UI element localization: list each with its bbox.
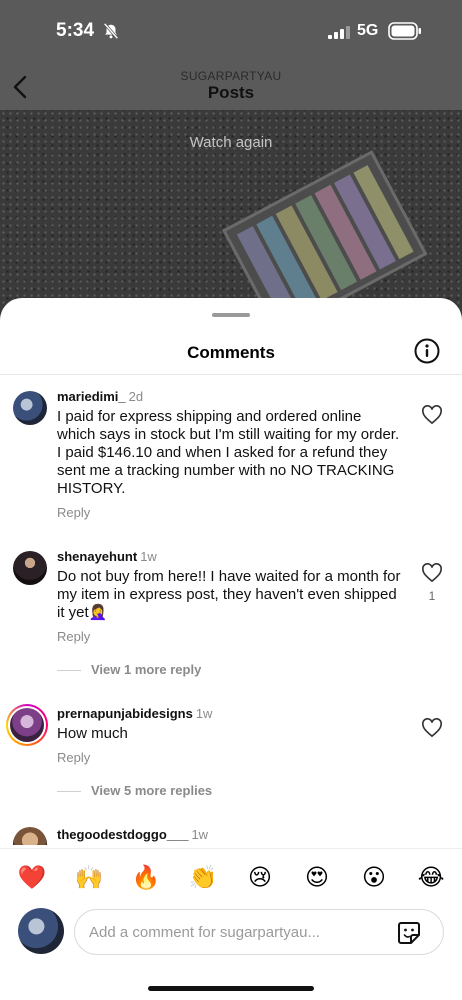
comment-time: 1w <box>195 706 213 721</box>
emoji-heart-eyes-button[interactable]: 😍 <box>302 863 332 893</box>
top-nav: SUGARPARTYAU Posts <box>0 62 462 110</box>
heart-icon[interactable] <box>421 405 443 425</box>
info-icon[interactable] <box>414 338 440 364</box>
bell-muted-icon <box>103 22 119 40</box>
comment-username[interactable]: prernapunjabidesigns <box>57 706 193 721</box>
reply-button[interactable]: Reply <box>57 629 90 644</box>
emoji-crying-button[interactable]: 😢 <box>245 863 275 893</box>
comment-time: 1w <box>140 549 157 564</box>
nav-title: Posts <box>207 83 255 102</box>
comment-username[interactable]: thegoodestdoggo___ <box>57 827 188 842</box>
reply-button[interactable]: Reply <box>57 750 90 765</box>
emoji-reaction-bar: ❤️ 🙌 🔥 👏 😢 😍 😮 😂 <box>0 848 462 906</box>
emoji-surprised-button[interactable]: 😮 <box>359 863 389 893</box>
network-label: 5G <box>357 22 379 39</box>
emoji-laughing-button[interactable]: 😂 <box>416 863 446 893</box>
comment-username[interactable]: shenayehunt <box>57 549 137 564</box>
comment-header: shenayehunt 1w <box>57 549 157 564</box>
sheet-grabber[interactable] <box>212 313 250 317</box>
heart-icon[interactable] <box>421 563 443 583</box>
post-video[interactable]: Watch again <box>0 110 462 330</box>
status-bar: 5:34 5G <box>0 0 462 62</box>
comment-text: Do not buy from here!! I have waited for… <box>57 568 401 621</box>
signal-icon <box>328 26 350 39</box>
avatar[interactable] <box>13 391 47 425</box>
nav-account-name: SUGARPARTYAU <box>180 69 282 83</box>
comment-time: 1w <box>191 827 209 842</box>
battery-icon <box>388 22 421 40</box>
post-backdrop: 5:34 5G SUGARPARTYAU Posts Watch again <box>0 0 462 330</box>
comment-header: prernapunjabidesigns 1w <box>57 706 212 721</box>
like-count: 1 <box>428 589 436 603</box>
comment-text: I paid for express shipping and ordered … <box>57 408 400 497</box>
reply-button[interactable]: Reply <box>57 505 90 520</box>
comment-username[interactable]: mariedimi_ <box>57 389 126 404</box>
comment-input[interactable] <box>74 909 444 955</box>
comment-header: mariedimi_ 2d <box>57 389 143 404</box>
view-more-replies-button[interactable]: View 5 more replies <box>57 783 212 798</box>
sheet-title: Comments <box>187 343 275 362</box>
status-time: 5:34 <box>56 20 95 41</box>
avatar-story-ring[interactable] <box>6 704 48 746</box>
emoji-raised-hands-button[interactable]: 🙌 <box>74 863 104 893</box>
heart-icon[interactable] <box>421 718 443 738</box>
home-indicator[interactable] <box>148 986 314 991</box>
emoji-clap-button[interactable]: 👏 <box>188 863 218 893</box>
current-user-avatar <box>18 908 64 954</box>
sticker-icon[interactable] <box>396 920 422 946</box>
comment-composer <box>0 906 462 968</box>
comment-time: 2d <box>128 389 144 404</box>
emoji-heart-button[interactable]: ❤️ <box>17 863 47 893</box>
emoji-fire-button[interactable]: 🔥 <box>131 863 161 893</box>
avatar[interactable] <box>13 551 47 585</box>
view-more-replies-button[interactable]: View 1 more reply <box>57 662 201 677</box>
comment-list[interactable]: mariedimi_ 2d I paid for express shipping… <box>0 375 462 845</box>
comment-text: How much <box>57 725 128 742</box>
avatar[interactable] <box>13 827 47 845</box>
watch-again-label[interactable]: Watch again <box>0 134 462 151</box>
comment-header: thegoodestdoggo___ 1w <box>57 827 208 842</box>
avatar <box>10 708 44 742</box>
